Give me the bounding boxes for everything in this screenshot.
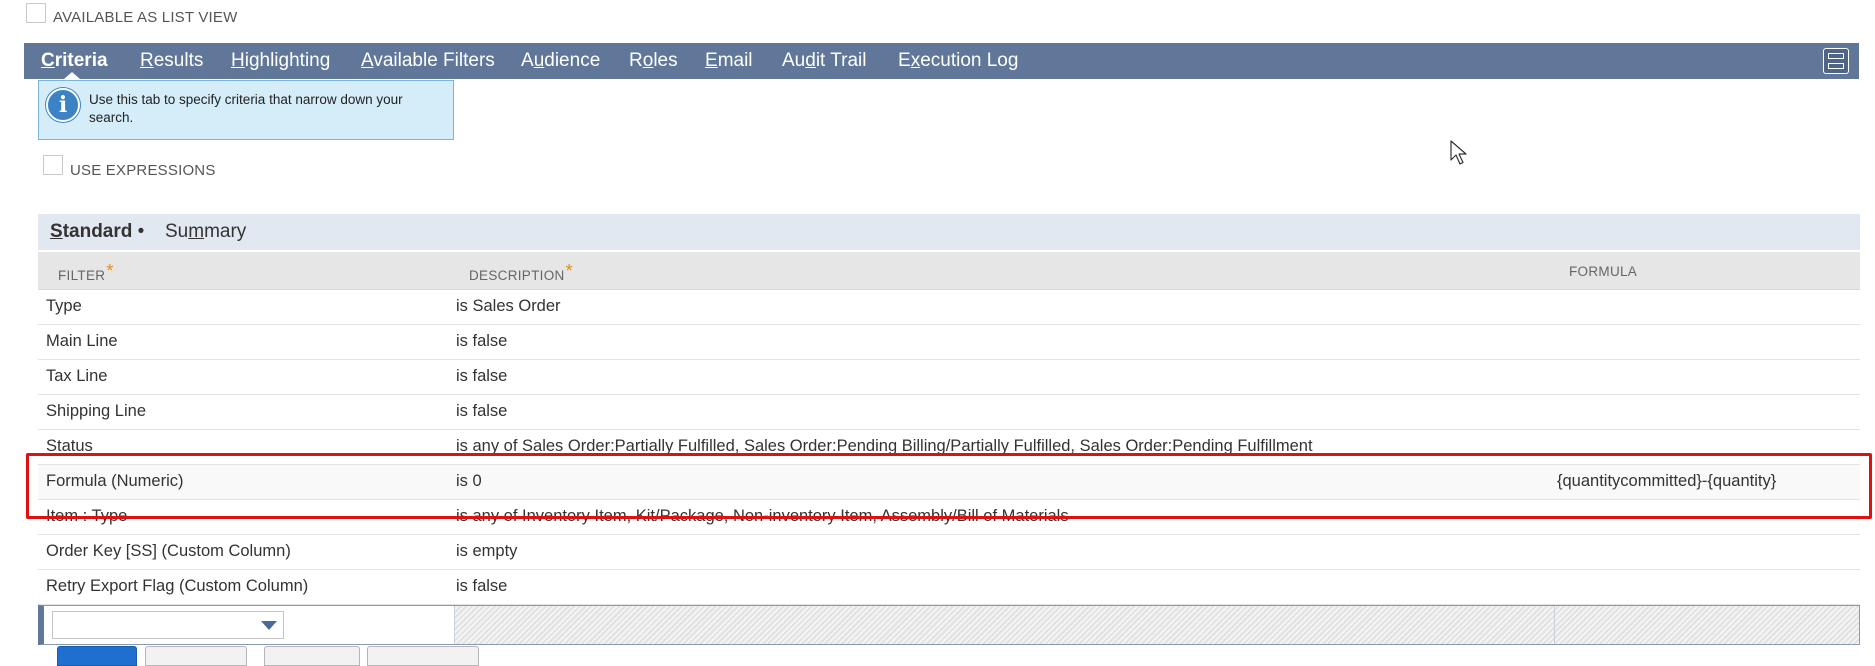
tab-roles[interactable]: Roles [629,43,678,79]
description-cell: is Sales Order [456,297,561,315]
table-row[interactable]: Retry Export Flag (Custom Column) is fal… [38,570,1860,605]
filter-cell: Type [46,297,82,315]
tab-available-filters[interactable]: Available Filters [361,43,495,79]
main-tab-bar: Criteria Results Highlighting Available … [24,43,1859,79]
criteria-subtab-bar: Standard • Summary [38,214,1860,250]
table-row[interactable]: Shipping Line is false [38,395,1860,430]
insert-button[interactable] [264,646,360,666]
tab-email[interactable]: Email [705,43,753,79]
info-icon: i [46,88,80,122]
description-cell: is false [456,367,508,385]
criteria-help-tooltip: i Use this tab to specify criteria that … [38,80,454,140]
available-as-list-view-label: AVAILABLE AS LIST VIEW [53,9,238,26]
filter-cell: Retry Export Flag (Custom Column) [46,577,309,595]
table-row[interactable]: Type is Sales Order [38,290,1860,325]
description-cell: is false [456,332,508,350]
filter-cell: Tax Line [46,367,108,385]
column-separator [454,606,455,644]
active-tab-pointer [64,72,80,79]
header-formula: FORMULA [1569,264,1638,279]
available-as-list-view-checkbox[interactable] [26,3,46,23]
tab-results[interactable]: Results [140,43,203,79]
tab-audit-trail[interactable]: Audit Trail [782,43,867,79]
use-expressions-checkbox[interactable] [43,155,63,175]
tab-highlighting[interactable]: Highlighting [231,43,330,79]
tab-audience[interactable]: Audience [521,43,600,79]
layout-toggle-button[interactable] [1823,48,1849,74]
header-filter: FILTER* [58,261,114,283]
filter-cell: Order Key [SS] (Custom Column) [46,542,291,560]
filter-cell: Main Line [46,332,118,350]
subtab-standard[interactable]: Standard • [50,214,144,250]
filter-select[interactable] [52,611,284,639]
tooltip-text: Use this tab to specify criteria that na… [89,92,403,125]
chevron-down-icon [261,621,277,630]
criteria-table-header: FILTER* DESCRIPTION* FORMULA [38,252,1860,290]
tab-execution-log[interactable]: Execution Log [898,43,1018,79]
column-separator [1554,606,1555,644]
use-expressions-label: USE EXPRESSIONS [70,162,216,179]
description-cell: is false [456,577,508,595]
description-cell: is false [456,402,508,420]
description-cell: is empty [456,542,518,560]
mouse-cursor-icon [1450,140,1467,165]
remove-button[interactable] [367,646,479,666]
table-row[interactable]: Main Line is false [38,325,1860,360]
subtab-summary[interactable]: Summary [165,214,246,250]
header-description: DESCRIPTION* [469,261,573,283]
filter-cell: Shipping Line [46,402,146,420]
add-button[interactable] [57,646,137,666]
table-row[interactable]: Tax Line is false [38,360,1860,395]
edit-filter-cell [44,606,454,644]
table-row[interactable]: Order Key [SS] (Custom Column) is empty [38,535,1860,570]
highlight-annotation-box [26,453,1872,519]
new-criteria-edit-row [38,605,1860,645]
cancel-button[interactable] [145,646,247,666]
